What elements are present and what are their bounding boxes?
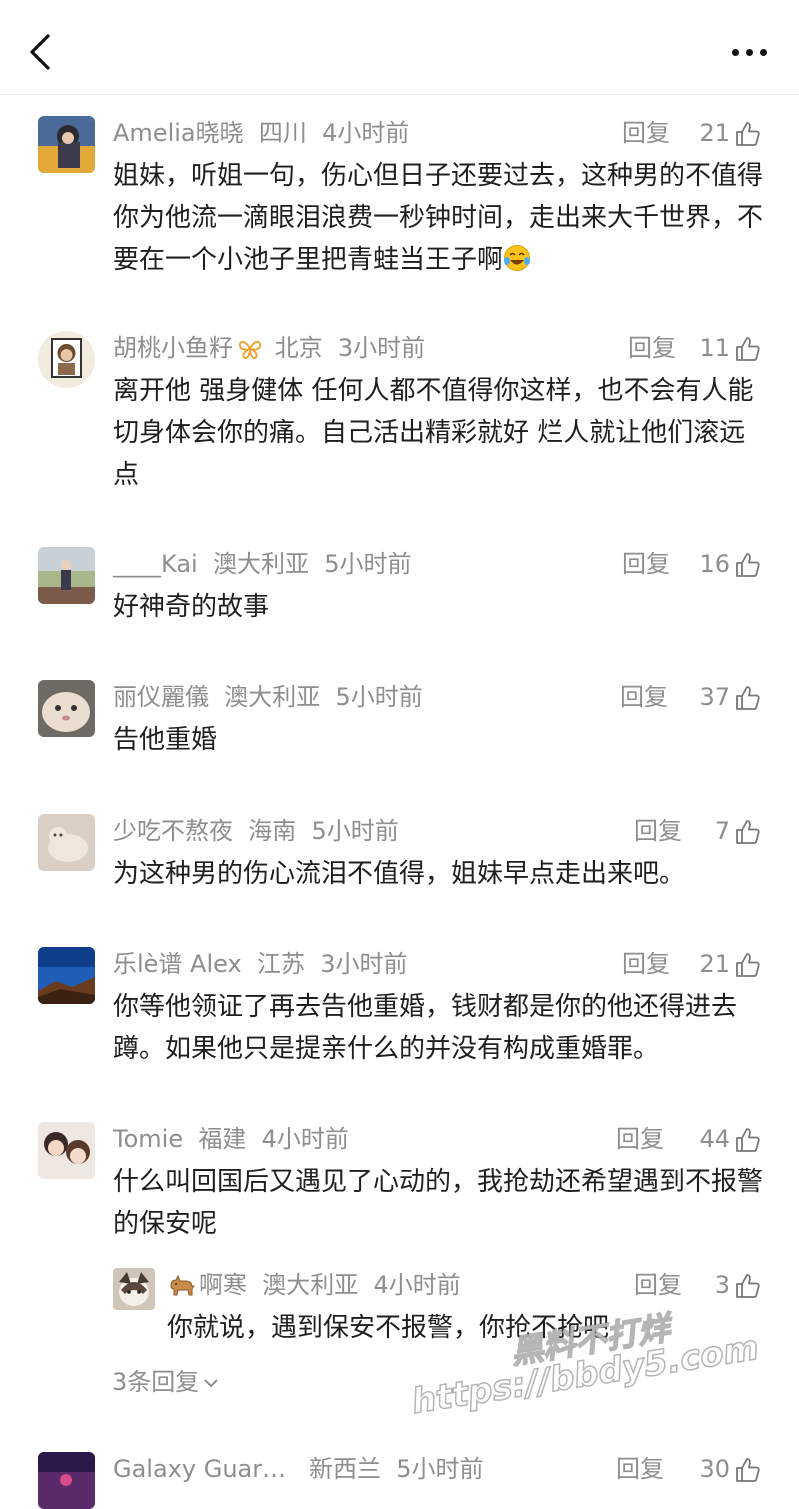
dog-icon: [170, 1274, 195, 1296]
like-count: 21: [699, 950, 730, 978]
username[interactable]: Tomie: [113, 1125, 183, 1153]
timestamp: 4小时前: [322, 119, 410, 147]
comment-text: 什么叫回国后又遇见了心动的，我抢劫还希望遇到不报警的保安呢: [113, 1167, 764, 1239]
username[interactable]: 胡桃小鱼籽: [113, 334, 233, 362]
avatar[interactable]: [38, 1452, 95, 1509]
thumbs-up-icon[interactable]: [734, 120, 762, 148]
thumbs-up-icon[interactable]: [734, 818, 762, 846]
chevron-down-icon: [204, 1379, 218, 1388]
comment-meta: 少吃不熬夜 海南 5小时前: [113, 817, 399, 845]
comment-text: 好神奇的故事: [113, 592, 270, 622]
chevron-left-icon: [30, 34, 50, 70]
top-bar: [0, 0, 799, 95]
comment-text: 你就说，遇到保安不报警，你抢不抢吧: [167, 1313, 610, 1343]
location: 新西兰: [309, 1455, 381, 1483]
username[interactable]: 丽仪麗儀: [113, 683, 209, 711]
username[interactable]: Amelia晓晓: [113, 119, 244, 147]
username[interactable]: 啊寒: [199, 1271, 247, 1299]
timestamp: 4小时前: [261, 1125, 349, 1153]
comment-text: 告他重婚: [113, 725, 218, 755]
reply-button[interactable]: 回复: [622, 119, 670, 147]
avatar[interactable]: [38, 680, 95, 737]
username[interactable]: 乐lè谱 Alex: [113, 950, 242, 978]
avatar[interactable]: [38, 116, 95, 173]
timestamp: 3小时前: [320, 950, 408, 978]
like-count: 37: [699, 683, 730, 711]
location: 江苏: [256, 950, 305, 978]
comment-meta: Tomie 福建 4小时前: [113, 1125, 349, 1153]
thumbs-up-icon[interactable]: [734, 335, 762, 363]
like-count: 16: [699, 550, 730, 578]
location: 四川: [258, 119, 307, 147]
timestamp: 5小时前: [324, 550, 412, 578]
comment-text: 姐妹，听姐一句，伤心但日子还要过去，这种男的不值得你为他流一滴眼泪浪费一秒钟时间…: [113, 161, 764, 275]
header-divider: [0, 94, 799, 95]
comment-meta: 胡桃小鱼籽 北京 3小时前: [113, 334, 425, 362]
reply-button[interactable]: 回复: [628, 334, 676, 362]
location: 北京: [274, 334, 323, 362]
like-count: 44: [699, 1125, 730, 1153]
like-count: 3: [714, 1271, 730, 1299]
timestamp: 5小时前: [335, 683, 423, 711]
comment-meta: Amelia晓晓 四川 4小时前: [113, 119, 409, 147]
location: 海南: [248, 817, 297, 845]
timestamp: 3小时前: [337, 334, 426, 362]
comment-text: 离开他 强身健体 任何人都不值得你这样，也不会有人能切身体会你的痛。自己活出精彩…: [113, 376, 754, 490]
back-button[interactable]: [22, 30, 62, 74]
comment-meta: Galaxy Guar… 新西兰 5小时前: [113, 1455, 484, 1483]
expand-replies-label: 3条回复: [112, 1368, 200, 1396]
thumbs-up-icon[interactable]: [734, 551, 762, 579]
location: 澳大利亚: [224, 683, 321, 711]
username[interactable]: 少吃不熬夜: [113, 817, 233, 845]
comment-meta: 乐lè谱 Alex 江苏 3小时前: [113, 950, 408, 978]
laughing-tears-emoji-icon: [504, 245, 531, 271]
thumbs-up-icon[interactable]: [734, 1126, 762, 1154]
timestamp: 5小时前: [311, 817, 399, 845]
comment-text: 你等他领证了再去告他重婚，钱财都是你的他还得进去蹲。如果他只是提亲什么的并没有构…: [113, 992, 738, 1064]
like-count: 21: [699, 119, 730, 147]
comment-meta: 啊寒 澳大利亚 4小时前: [167, 1271, 461, 1299]
username[interactable]: Galaxy Guar…: [113, 1455, 286, 1483]
avatar[interactable]: [38, 1122, 95, 1179]
reply-button[interactable]: 回复: [634, 1271, 682, 1299]
location: 澳大利亚: [262, 1271, 359, 1299]
avatar[interactable]: [38, 814, 95, 871]
thumbs-up-icon[interactable]: [734, 951, 762, 979]
reply-button[interactable]: 回复: [616, 1455, 664, 1483]
more-options-button[interactable]: [726, 36, 774, 66]
reply-button[interactable]: 回复: [616, 1125, 664, 1153]
thumbs-up-icon[interactable]: [734, 1272, 762, 1300]
reply-button[interactable]: 回复: [620, 683, 668, 711]
expand-replies-link[interactable]: 3条回复: [112, 1368, 219, 1396]
comment-text: 为这种男的伤心流泪不值得，姐妹早点走出来吧。: [113, 859, 686, 889]
location: 澳大利亚: [212, 550, 309, 578]
reply-button[interactable]: 回复: [622, 550, 670, 578]
timestamp: 4小时前: [373, 1271, 461, 1299]
avatar[interactable]: [38, 331, 95, 388]
butterfly-badge-icon: [239, 340, 261, 359]
comment-meta: 丽仪麗儀 澳大利亚 5小时前: [113, 683, 423, 711]
like-count: 30: [699, 1455, 730, 1483]
avatar[interactable]: [113, 1268, 155, 1310]
thumbs-up-icon[interactable]: [734, 1456, 762, 1484]
comment-meta: ____Kai 澳大利亚 5小时前: [113, 550, 412, 578]
like-count: 11: [699, 334, 730, 362]
timestamp: 5小时前: [396, 1455, 484, 1483]
username[interactable]: ____Kai: [113, 550, 198, 578]
like-count: 7: [714, 817, 730, 845]
thumbs-up-icon[interactable]: [734, 684, 762, 712]
ellipsis-icon: [732, 49, 739, 56]
avatar[interactable]: [38, 547, 95, 604]
location: 福建: [198, 1125, 247, 1153]
reply-button[interactable]: 回复: [622, 950, 670, 978]
reply-button[interactable]: 回复: [634, 817, 682, 845]
avatar[interactable]: [38, 947, 95, 1004]
